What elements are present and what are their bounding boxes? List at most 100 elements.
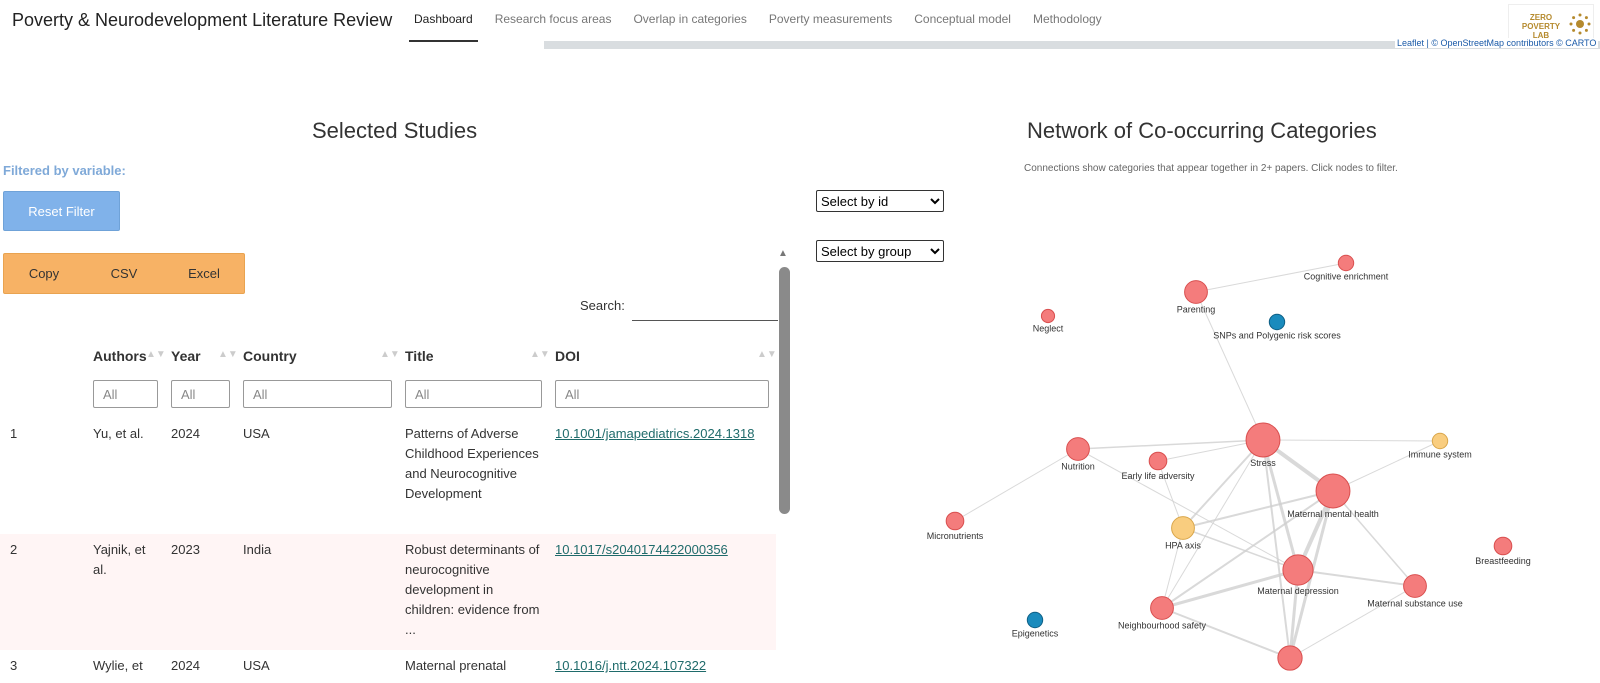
network-node-msu[interactable] xyxy=(1403,574,1427,598)
excel-button[interactable]: Excel xyxy=(164,254,244,293)
sort-icon[interactable]: ▲▼ xyxy=(530,349,550,360)
network-node-bf[interactable] xyxy=(1493,536,1513,556)
sun-logo-icon xyxy=(1569,13,1591,35)
cell-authors: Yajnik, et al. xyxy=(93,542,146,577)
tab-methodology[interactable]: Methodology xyxy=(1022,0,1113,44)
network-node-label: Cognitive enrichment xyxy=(1304,272,1389,282)
selected-studies-title: Selected Studies xyxy=(312,118,478,143)
row-number: 3 xyxy=(10,658,18,673)
authors-filter-input[interactable] xyxy=(93,380,158,408)
nav-tabs: Dashboard Research focus areas Overlap i… xyxy=(403,0,1113,44)
cell-year: 2024 xyxy=(171,426,200,441)
network-node-early[interactable] xyxy=(1148,451,1168,471)
cell-authors: Wylie, et xyxy=(93,658,143,673)
doi-filter-input[interactable] xyxy=(555,380,769,408)
sort-icon[interactable]: ▲▼ xyxy=(146,349,166,360)
network-node-micro[interactable] xyxy=(945,511,965,531)
column-header-title[interactable]: Title xyxy=(405,348,434,364)
network-node-mmh[interactable] xyxy=(1315,473,1351,509)
network-node-epi[interactable] xyxy=(1026,611,1044,629)
network-node-hpa[interactable] xyxy=(1171,516,1195,540)
table-row[interactable]: 3 Wylie, et 2024 USA Maternal prenatal 1… xyxy=(0,650,776,683)
year-filter-input[interactable] xyxy=(171,380,230,408)
network-node-label: Neighbourhood safety xyxy=(1118,620,1207,630)
network-edge xyxy=(1262,439,1441,442)
network-edge xyxy=(1289,585,1416,659)
network-node-snp[interactable] xyxy=(1268,313,1286,331)
table-search-input[interactable] xyxy=(632,300,778,321)
title-filter-input[interactable] xyxy=(405,380,542,408)
column-header-year[interactable]: Year xyxy=(171,348,201,364)
sort-icon[interactable]: ▲▼ xyxy=(218,349,238,360)
network-node-neglect[interactable] xyxy=(1040,308,1056,324)
copy-button[interactable]: Copy xyxy=(4,254,84,293)
cell-title: Maternal prenatal xyxy=(405,658,507,673)
network-node-label: Neglect xyxy=(1033,324,1064,334)
csv-button[interactable]: CSV xyxy=(84,254,164,293)
sort-icon[interactable]: ▲▼ xyxy=(380,349,400,360)
network-node-immune[interactable] xyxy=(1431,432,1449,450)
network-edge xyxy=(1262,439,1291,659)
network-node-bottom[interactable] xyxy=(1277,645,1303,671)
sort-icon[interactable]: ▲▼ xyxy=(757,349,777,360)
top-navbar: Poverty & Neurodevelopment Literature Re… xyxy=(0,0,1600,46)
network-node-label: Immune system xyxy=(1408,450,1472,460)
network-node-md[interactable] xyxy=(1282,554,1314,586)
category-network-graph[interactable]: Cognitive enrichment Parenting SNPs and Po… xyxy=(900,250,1600,683)
network-nodes[interactable]: Cognitive enrichment Parenting SNPs and Po… xyxy=(927,254,1531,671)
table-scrollbar-thumb[interactable] xyxy=(779,267,790,514)
tab-overlap-in-categories[interactable]: Overlap in categories xyxy=(622,0,757,44)
network-node-label: Epigenetics xyxy=(1012,629,1059,639)
tab-conceptual-model[interactable]: Conceptual model xyxy=(903,0,1022,44)
tab-dashboard[interactable]: Dashboard xyxy=(403,0,484,44)
network-edge xyxy=(1077,439,1264,450)
country-filter-input[interactable] xyxy=(243,380,392,408)
column-header-authors[interactable]: Authors xyxy=(93,348,147,364)
network-edge xyxy=(1332,440,1441,492)
network-node-stress[interactable] xyxy=(1245,422,1281,458)
network-subtitle: Connections show categories that appear … xyxy=(1024,163,1398,174)
select-by-id-dropdown[interactable]: Select by id xyxy=(816,190,944,212)
network-edge xyxy=(1332,490,1416,587)
doi-link[interactable]: 10.1017/s2040174422000356 xyxy=(555,540,728,560)
network-node-cog[interactable] xyxy=(1337,254,1355,272)
search-label: Search: xyxy=(580,298,625,313)
cell-country: USA xyxy=(243,658,270,673)
network-node-label: Early life adversity xyxy=(1121,471,1195,481)
map-attribution: Leaflet | © OpenStreetMap contributors ©… xyxy=(1395,38,1599,48)
doi-link[interactable]: 10.1001/jamapediatrics.2024.1318 xyxy=(555,424,754,444)
leaflet-link[interactable]: Leaflet xyxy=(1397,38,1424,48)
network-node-label: Maternal mental health xyxy=(1287,509,1379,519)
cell-title: Patterns of Adverse Childhood Experience… xyxy=(405,426,539,501)
network-node-label: Maternal substance use xyxy=(1367,598,1463,608)
table-row[interactable]: 1 Yu, et al. 2024 USA Patterns of Advers… xyxy=(0,418,776,534)
reset-filter-button[interactable]: Reset Filter xyxy=(3,191,120,231)
cell-title: Robust determinants of neurocognitive de… xyxy=(405,542,540,637)
network-edge xyxy=(954,448,1079,522)
cell-year: 2024 xyxy=(171,658,200,673)
row-number: 1 xyxy=(10,426,18,441)
logo-text: ZERO POVERTY LAB xyxy=(1521,13,1561,40)
network-node-label: Stress xyxy=(1250,458,1276,468)
doi-link[interactable]: 10.1016/j.ntt.2024.107322 xyxy=(555,656,706,676)
export-button-group: Copy CSV Excel xyxy=(3,253,245,294)
network-edge xyxy=(1161,607,1291,659)
scroll-up-arrow-icon[interactable]: ▲ xyxy=(778,248,788,259)
cell-authors: Yu, et al. xyxy=(93,426,144,441)
tab-research-focus-areas[interactable]: Research focus areas xyxy=(484,0,623,44)
table-row[interactable]: 2 Yajnik, et al. 2023 India Robust deter… xyxy=(0,534,776,650)
network-node-label: Parenting xyxy=(1177,304,1216,314)
network-node-nutrition[interactable] xyxy=(1066,437,1090,461)
network-node-nsafe[interactable] xyxy=(1150,596,1174,620)
osm-attribution[interactable]: | © OpenStreetMap contributors © CARTO xyxy=(1427,38,1597,48)
network-node-label: Breastfeeding xyxy=(1475,556,1531,566)
tab-poverty-measurements[interactable]: Poverty measurements xyxy=(758,0,903,44)
network-title: Network of Co-occurring Categories xyxy=(1027,118,1377,143)
network-node-label: Nutrition xyxy=(1061,461,1095,471)
app-title[interactable]: Poverty & Neurodevelopment Literature Re… xyxy=(12,10,392,31)
network-node-label: Micronutrients xyxy=(927,531,984,541)
column-header-doi[interactable]: DOI xyxy=(555,348,580,364)
network-node-label: HPA axis xyxy=(1165,540,1201,550)
column-header-country[interactable]: Country xyxy=(243,348,297,364)
network-node-parenting[interactable] xyxy=(1184,280,1208,304)
